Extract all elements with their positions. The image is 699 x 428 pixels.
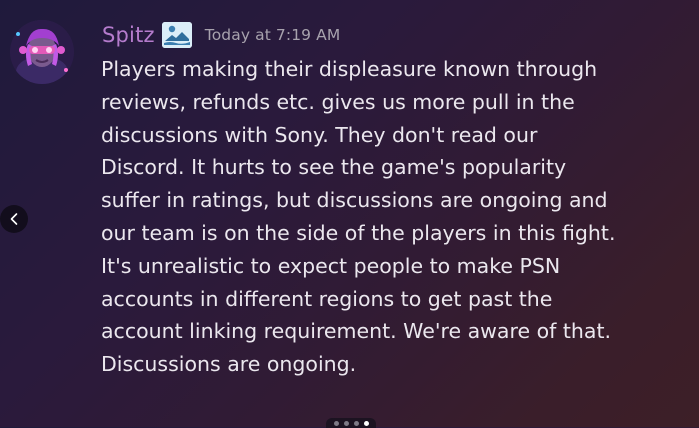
message-line: Players making their displeasure known t… (101, 57, 598, 81)
message-line: Discussions are ongoing. (101, 352, 357, 377)
username[interactable]: Spitz (102, 23, 155, 47)
message-content: Players making their displeasure known t… (101, 53, 696, 381)
message-line: It's unrealistic to expect people to mak… (101, 253, 561, 278)
page-dot-active[interactable] (363, 420, 369, 426)
chevron-left-icon (10, 213, 18, 225)
message-line: our team is on the side of the players i… (101, 220, 616, 245)
chat-message: Spitz Today at 7:19 AM Players making th… (0, 0, 699, 427)
message-line: suffer in ratings, but discussions are o… (101, 188, 608, 213)
message-line: accounts in different regions to get pas… (101, 286, 553, 311)
message-line: account linking requirement. We're aware… (101, 319, 612, 344)
page-dot[interactable] (343, 420, 349, 426)
message-header: Spitz Today at 7:19 AM (102, 19, 340, 51)
page-dot[interactable] (353, 420, 359, 426)
landscape-badge-icon[interactable] (161, 22, 192, 48)
avatar-image (10, 20, 74, 84)
message-line: discussions with Sony. They don't read o… (101, 122, 538, 147)
previous-button[interactable] (0, 205, 28, 233)
message-timestamp[interactable]: Today at 7:19 AM (205, 26, 341, 44)
message-line: reviews, refunds etc. gives us more pull… (101, 89, 575, 114)
message-line: Discord. It hurts to see the game's popu… (101, 155, 567, 180)
page-dot[interactable] (333, 420, 339, 426)
user-avatar[interactable] (10, 20, 74, 84)
